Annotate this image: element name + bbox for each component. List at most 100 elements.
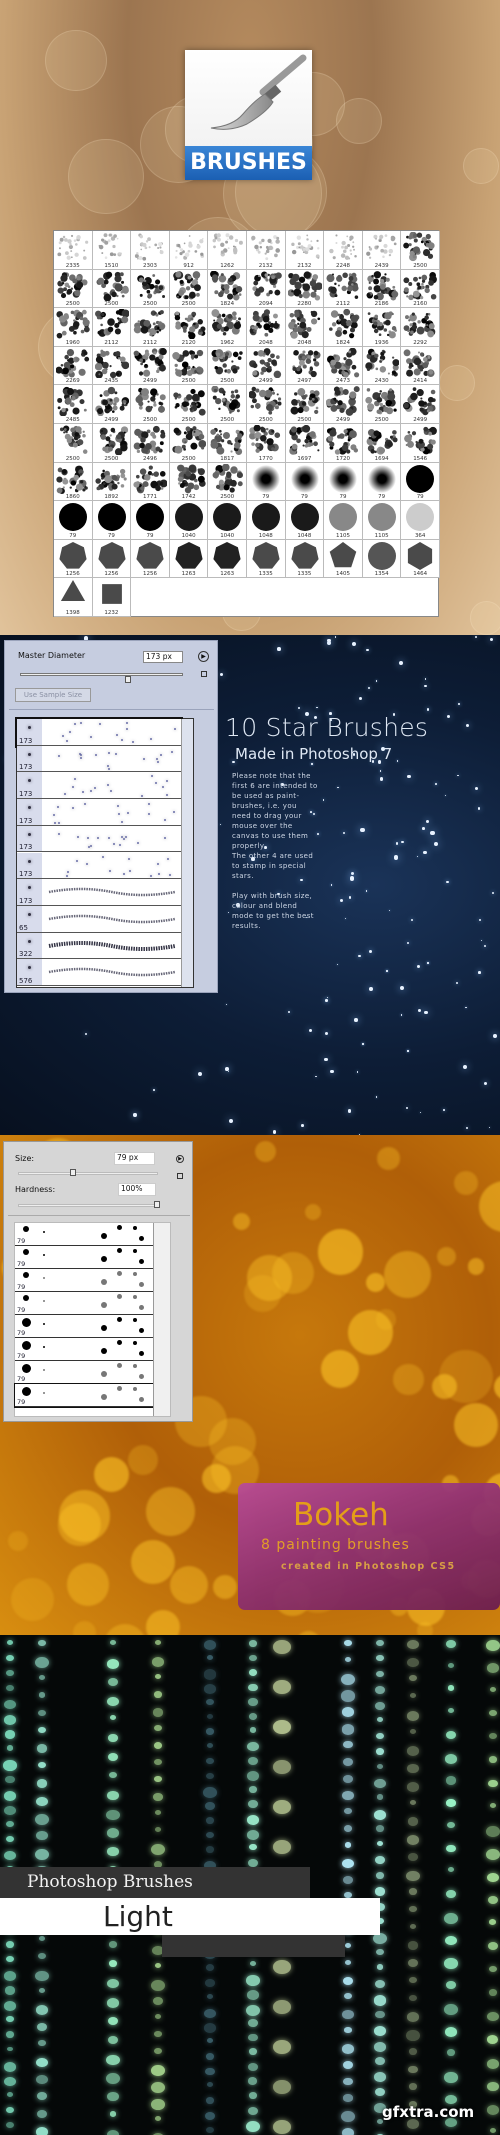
preset-row[interactable]: 79: [15, 1223, 153, 1246]
brush-preset-cell[interactable]: 79: [247, 462, 286, 502]
brush-preset-cell[interactable]: 2500: [92, 424, 132, 463]
brush-preset-cell[interactable]: 1742: [169, 462, 209, 502]
brush-preset-cell[interactable]: 2414: [401, 346, 440, 386]
brush-preset-cell[interactable]: 2500: [169, 269, 209, 309]
brush-preset-cell[interactable]: 2500: [54, 424, 93, 463]
brush-preset-cell[interactable]: 2499: [247, 346, 286, 386]
size-slider-thumb[interactable]: [69, 1169, 76, 1176]
brush-preset-cell[interactable]: 1256: [92, 539, 132, 579]
preset-row[interactable]: 173: [17, 879, 181, 906]
preset-row[interactable]: 173: [17, 852, 181, 880]
brush-preset-cell[interactable]: 1232: [92, 578, 132, 617]
brush-preset-cell[interactable]: 1048: [285, 501, 325, 540]
brush-preset-cell[interactable]: 2499: [131, 346, 170, 386]
brush-preset-cell[interactable]: 1335: [285, 539, 325, 579]
brush-preset-cell[interactable]: 1263: [169, 539, 209, 579]
brush-preset-cell[interactable]: 2500: [131, 385, 170, 424]
panel-menu-play-icon[interactable]: ▶: [176, 1155, 184, 1163]
brush-preset-cell[interactable]: 2500: [169, 346, 209, 386]
size-input[interactable]: 79 px: [114, 1152, 155, 1165]
brush-preset-cell[interactable]: 1892: [92, 462, 132, 502]
brush-preset-cell[interactable]: 1256: [54, 539, 93, 579]
brush-preset-cell[interactable]: 2186: [362, 269, 402, 309]
brush-preset-cell[interactable]: 2500: [208, 346, 247, 386]
brush-preset-cell[interactable]: 1464: [401, 539, 440, 579]
brush-preset-cell[interactable]: 2500: [401, 231, 440, 270]
brush-preset-cell[interactable]: 1962: [208, 308, 247, 347]
preset-row[interactable]: 79: [14, 1383, 154, 1408]
panel-menu-play-icon[interactable]: ▶: [198, 651, 209, 662]
brush-preset-cell[interactable]: 2500: [169, 385, 209, 424]
brush-preset-cell[interactable]: 2496: [131, 424, 170, 463]
brush-preset-cell[interactable]: 79: [92, 501, 132, 540]
brush-preset-cell[interactable]: 2473: [324, 346, 363, 386]
brush-preset-cell[interactable]: 1771: [131, 462, 170, 502]
brush-preset-cell[interactable]: 2112: [92, 308, 132, 347]
hardness-slider-thumb[interactable]: [154, 1201, 160, 1208]
hardness-input[interactable]: 100%: [118, 1183, 156, 1196]
brush-preset-cell[interactable]: 1354: [362, 539, 402, 579]
new-preset-icon[interactable]: [201, 671, 207, 677]
preset-row[interactable]: 322: [17, 932, 181, 960]
new-preset-icon[interactable]: [177, 1173, 183, 1179]
brush-preset-cell[interactable]: 2485: [54, 385, 93, 424]
preset-list[interactable]: 173 173 173 173 173 173 173 65 322 576: [15, 717, 194, 988]
master-diameter-input[interactable]: 173 px: [143, 651, 183, 663]
preset-row[interactable]: 79: [15, 1269, 153, 1292]
use-sample-size-button[interactable]: Use Sample Size: [15, 688, 91, 702]
brush-preset-cell[interactable]: 1256: [131, 539, 170, 579]
size-slider[interactable]: [18, 1172, 158, 1175]
brush-preset-cell[interactable]: 2048: [247, 308, 286, 347]
brush-preset-cell[interactable]: 2269: [54, 346, 93, 386]
brush-preset-cell[interactable]: 1694: [362, 424, 402, 463]
preset-row[interactable]: 173: [17, 825, 181, 853]
preset-row[interactable]: 173: [17, 799, 181, 826]
brush-preset-cell[interactable]: 1697: [285, 424, 325, 463]
preset-list-scrollbar[interactable]: [153, 1223, 170, 1416]
brush-preset-cell[interactable]: 79: [131, 501, 170, 540]
hardness-slider[interactable]: [18, 1204, 158, 1207]
brush-preset-cell[interactable]: 2048: [285, 308, 325, 347]
brush-preset-cell[interactable]: 2497: [285, 346, 325, 386]
brush-preset-cell[interactable]: 1398: [54, 578, 93, 617]
brush-preset-cell[interactable]: 912: [169, 231, 209, 270]
brush-preset-cell[interactable]: 1860: [54, 462, 93, 502]
brush-preset-cell[interactable]: 2499: [401, 385, 440, 424]
brush-preset-cell[interactable]: 1510: [92, 231, 132, 270]
brush-preset-cell[interactable]: 2292: [401, 308, 440, 347]
preset-list-scrollbar[interactable]: [181, 719, 193, 987]
brush-preset-cell[interactable]: 2500: [208, 385, 247, 424]
brush-preset-cell[interactable]: 2160: [401, 269, 440, 309]
brush-preset-cell[interactable]: 1405: [324, 539, 363, 579]
brush-preset-cell[interactable]: 2499: [92, 385, 132, 424]
preset-row[interactable]: 79: [15, 1246, 153, 1269]
brush-preset-cell[interactable]: 2500: [169, 424, 209, 463]
preset-row[interactable]: 79: [15, 1292, 153, 1315]
brush-preset-cell[interactable]: 2094: [247, 269, 286, 309]
brush-preset-cell[interactable]: 2248: [324, 231, 363, 270]
brush-preset-cell[interactable]: 1720: [324, 424, 363, 463]
preset-row[interactable]: 65: [17, 905, 181, 933]
brush-preset-cell[interactable]: 1546: [401, 424, 440, 463]
brush-preset-cell[interactable]: 1936: [362, 308, 402, 347]
brush-preset-cell[interactable]: 2120: [169, 308, 209, 347]
brush-preset-cell[interactable]: 1817: [208, 424, 247, 463]
brush-preset-cell[interactable]: 2500: [208, 462, 247, 502]
preset-row[interactable]: 173: [15, 717, 183, 748]
brush-preset-cell[interactable]: 2499: [324, 385, 363, 424]
brush-preset-cell[interactable]: 79: [324, 462, 363, 502]
brush-preset-cell[interactable]: 1770: [247, 424, 286, 463]
brush-preset-cell[interactable]: 2500: [285, 385, 325, 424]
brush-preset-cell[interactable]: 2132: [285, 231, 325, 270]
preset-row[interactable]: 173: [17, 745, 181, 773]
brush-preset-cell[interactable]: 2500: [247, 385, 286, 424]
preset-list[interactable]: 79 79 79 79 79 79 79 79: [14, 1222, 171, 1417]
brush-preset-cell[interactable]: 2500: [362, 385, 402, 424]
preset-row[interactable]: 173: [17, 772, 181, 800]
brush-preset-cell[interactable]: 2430: [362, 346, 402, 386]
brush-preset-cell[interactable]: 1335: [247, 539, 286, 579]
brush-preset-cell[interactable]: 1824: [324, 308, 363, 347]
brush-preset-cell[interactable]: 1960: [54, 308, 93, 347]
brush-preset-cell[interactable]: 1040: [169, 501, 209, 540]
brush-preset-cell[interactable]: 79: [54, 501, 93, 540]
